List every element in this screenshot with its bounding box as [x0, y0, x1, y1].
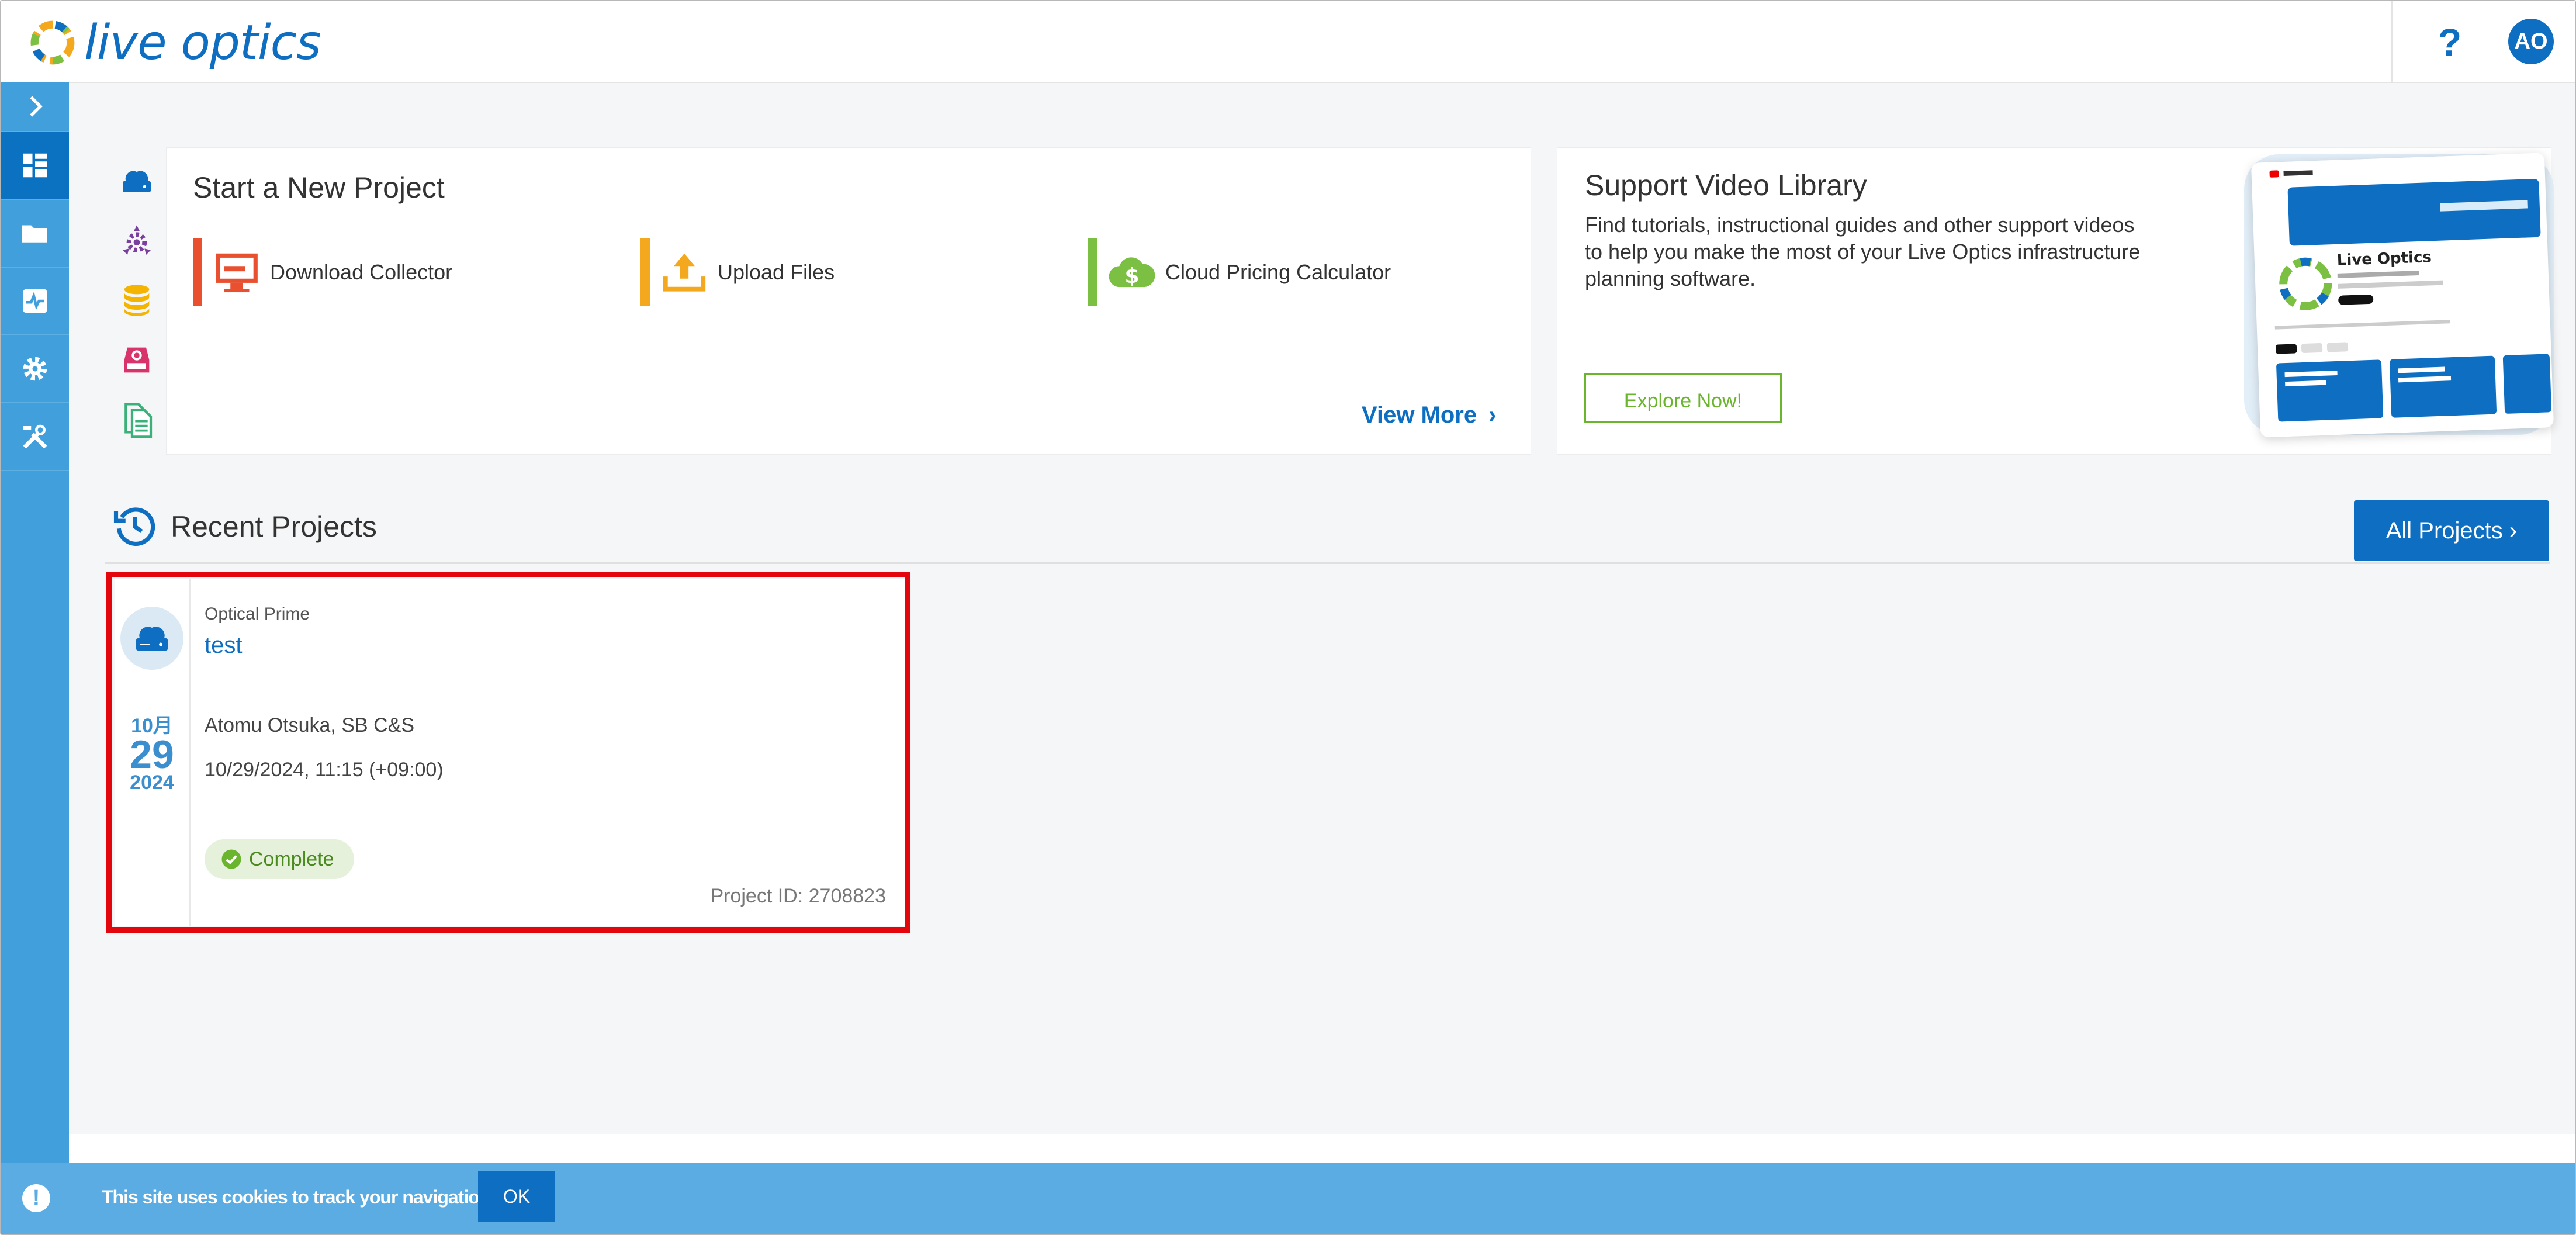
all-projects-label: All Projects	[2385, 518, 2503, 544]
sidebar	[1, 82, 69, 1234]
history-icon	[113, 507, 155, 546]
recent-projects-divider	[105, 562, 2550, 564]
optical-prime-type[interactable]	[108, 152, 166, 210]
sidebar-expand-button[interactable]	[1, 82, 69, 132]
chevron-right-icon	[30, 96, 43, 117]
main-bottom-band	[69, 1134, 2575, 1163]
upload-files-label: Upload Files	[718, 260, 835, 284]
storage-type[interactable]	[108, 271, 166, 330]
live-optics-logo[interactable]: live optics	[27, 15, 321, 71]
chevron-right-icon: ›	[2509, 518, 2518, 544]
dashboard-icon	[23, 153, 47, 178]
support-video-description: Find tutorials, instructional guides and…	[1585, 213, 2141, 290]
activity-icon	[23, 289, 47, 313]
thumbnail-channel-name: Live Optics	[2336, 248, 2432, 269]
youtube-channel-preview: Live Optics	[2251, 153, 2554, 438]
tools-icon	[23, 424, 47, 449]
header-divider	[2391, 1, 2393, 82]
video-library-thumbnail[interactable]: Live Optics	[2250, 153, 2554, 438]
cookie-message: This site uses cookies to track your nav…	[102, 1186, 495, 1208]
sidebar-item-tools[interactable]	[1, 403, 69, 471]
recent-projects-header: Recent Projects	[112, 504, 377, 549]
action-accent-bar	[1088, 238, 1097, 306]
sidebar-item-settings[interactable]	[1, 335, 69, 403]
help-icon[interactable]: ?	[2426, 19, 2473, 65]
folder-icon	[22, 225, 47, 243]
cookie-ok-button[interactable]: OK	[478, 1171, 555, 1222]
action-accent-bar	[193, 238, 202, 306]
logo-text: live optics	[84, 15, 321, 71]
sidebar-item-dashboard[interactable]	[1, 132, 69, 200]
cloud-server-icon	[123, 171, 151, 192]
start-project-title: Start a New Project	[193, 171, 445, 204]
disk-icon	[124, 347, 150, 373]
workload-type[interactable]	[108, 212, 166, 270]
download-collector-action[interactable]: Download Collector	[193, 238, 452, 306]
sidebar-item-activity[interactable]	[1, 268, 69, 335]
top-header: live optics ? AO	[1, 1, 2575, 83]
recent-projects-title: Recent Projects	[171, 510, 377, 543]
view-more-label: View More	[1362, 402, 1477, 428]
avatar[interactable]: AO	[2508, 19, 2554, 64]
view-more-link[interactable]: View More ›	[1362, 402, 1496, 428]
chevron-right-icon: ›	[1488, 402, 1497, 428]
highlight-box	[106, 572, 910, 933]
action-accent-bar	[640, 238, 650, 306]
logo-ring-icon	[30, 20, 75, 65]
info-alert-icon: !	[22, 1184, 50, 1212]
backup-type[interactable]	[108, 331, 166, 389]
all-projects-button[interactable]: All Projects ›	[2354, 500, 2549, 561]
download-collector-label: Download Collector	[270, 260, 453, 284]
cloud-pricing-label: Cloud Pricing Calculator	[1165, 260, 1391, 284]
gear-icon	[23, 357, 47, 381]
document-type[interactable]	[108, 390, 166, 449]
support-video-title: Support Video Library	[1585, 169, 1867, 202]
sidebar-item-projects[interactable]	[1, 200, 69, 268]
upload-files-action[interactable]: Upload Files	[640, 238, 835, 306]
monitor-icon	[216, 253, 258, 293]
cookie-banner: ! This site uses cookies to track your n…	[1, 1163, 2575, 1234]
cloud-dollar-icon: $	[1109, 257, 1155, 288]
svg-text:$: $	[1125, 264, 1140, 288]
database-icon	[124, 285, 150, 316]
gear-cluster-icon	[123, 225, 151, 255]
explore-now-button[interactable]: Explore Now!	[1584, 373, 1782, 423]
upload-icon	[663, 253, 706, 292]
document-icon	[124, 403, 153, 438]
cloud-pricing-action[interactable]: $ Cloud Pricing Calculator	[1088, 238, 1391, 306]
